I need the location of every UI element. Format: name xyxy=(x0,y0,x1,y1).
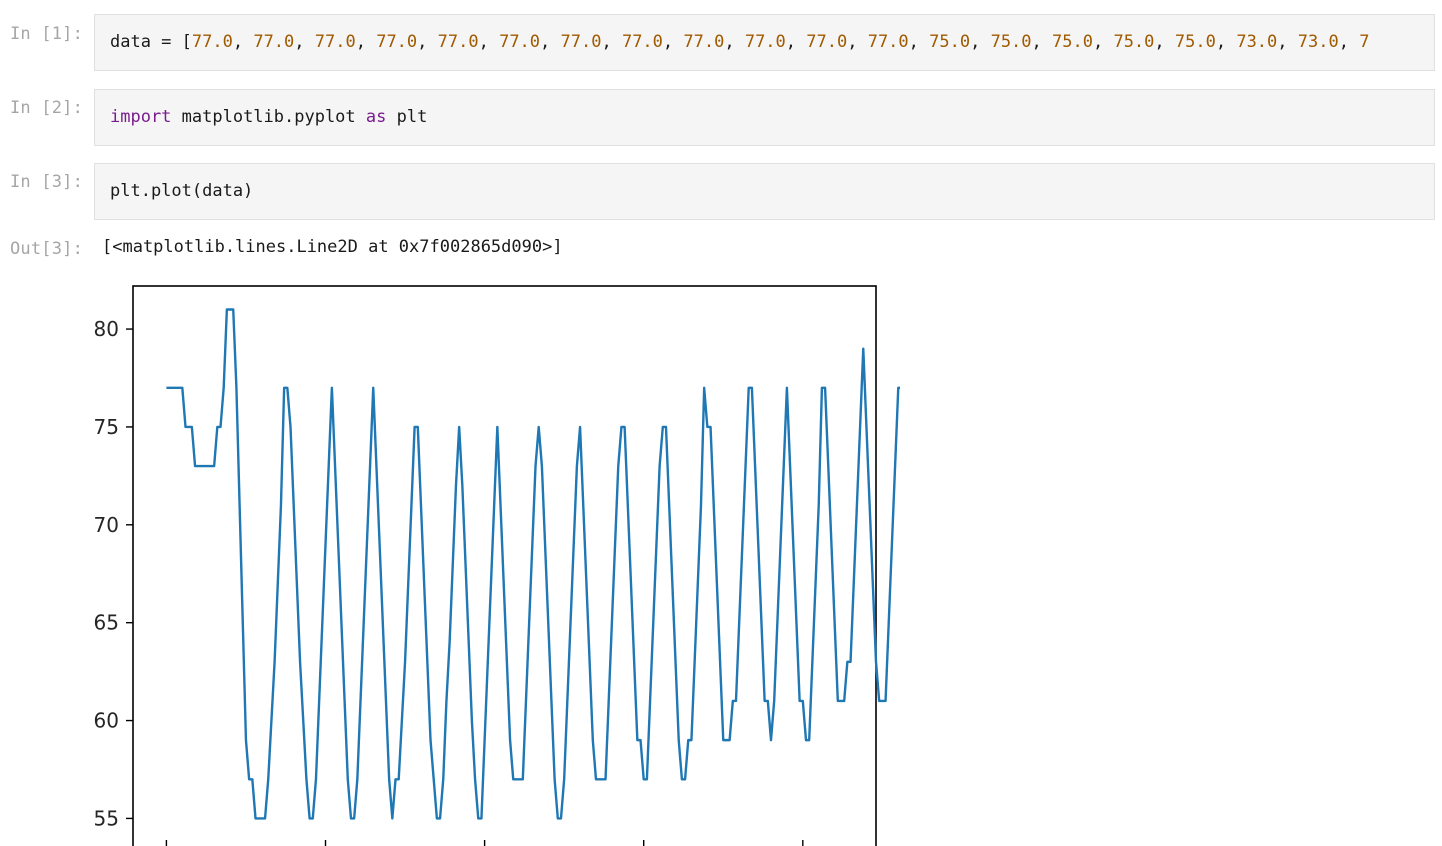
separator: , xyxy=(1092,32,1114,52)
y-tick-label: 55 xyxy=(94,806,119,830)
plot-frame xyxy=(132,285,877,846)
output-repr: [<matplotlib.lines.Line2D at 0x7f002865d… xyxy=(102,237,563,257)
cell-1-input[interactable]: data = [77.0, 77.0, 77.0, 77.0, 77.0, 77… xyxy=(94,14,1435,71)
data-value: 75.0 xyxy=(1052,32,1093,52)
separator: , xyxy=(478,32,500,52)
data-value: 77.0 xyxy=(560,32,602,52)
cell-1-code-prefix: data = [ xyxy=(110,32,192,52)
data-value: 73.0 xyxy=(1297,32,1339,52)
separator: , xyxy=(908,32,930,52)
line-plot: 55 60 65 70 75 80 xyxy=(94,285,900,846)
series-line-0 xyxy=(166,308,900,820)
data-value: 77.0 xyxy=(806,32,848,52)
data-value: 77.0 xyxy=(253,32,295,52)
as-keyword: as xyxy=(365,107,387,127)
y-axis-ticks: 55 60 65 70 75 80 xyxy=(94,317,133,830)
data-value: 77.0 xyxy=(376,32,418,52)
separator: , xyxy=(417,32,438,52)
separator: , xyxy=(970,32,991,52)
separator: , xyxy=(355,32,377,52)
cell-2-prompt: In [2]: xyxy=(10,98,84,118)
module-name: matplotlib.pyplot xyxy=(171,107,366,127)
separator: , xyxy=(724,32,745,52)
data-value: 77.0 xyxy=(499,32,541,52)
output-prompt: Out[3]: xyxy=(10,239,84,259)
y-tick-label: 70 xyxy=(94,513,119,537)
cell-1-code-values: 77.0, 77.0, 77.0, 77.0, 77.0, 77.0, 77.0… xyxy=(192,32,1370,52)
cell-3-prompt: In [3]: xyxy=(10,172,84,192)
axes-border xyxy=(132,285,877,846)
data-value: 77.0 xyxy=(621,32,663,52)
separator: , xyxy=(540,32,561,52)
data-value: 75.0 xyxy=(929,32,971,52)
data-value: 77.0 xyxy=(437,32,479,52)
separator: , xyxy=(1031,32,1053,52)
plot-series xyxy=(166,308,900,820)
y-tick-label: 80 xyxy=(94,317,119,341)
separator: , xyxy=(847,32,868,52)
separator: , xyxy=(1338,32,1360,52)
separator: , xyxy=(294,32,315,52)
cell-2-code: import matplotlib.pyplot as plt xyxy=(110,107,427,127)
data-value: 77.0 xyxy=(744,32,786,52)
import-keyword: import xyxy=(110,107,172,127)
y-tick-label: 75 xyxy=(94,415,119,439)
cell-3-input[interactable]: plt.plot(data) xyxy=(94,163,1435,220)
module-alias: plt xyxy=(386,107,428,127)
data-value: 77.0 xyxy=(191,32,233,52)
cell-1-code: data = [77.0, 77.0, 77.0, 77.0, 77.0, 77… xyxy=(110,32,1369,52)
cell-3-code: plt.plot(data) xyxy=(110,181,254,201)
data-value: 75.0 xyxy=(1174,32,1216,52)
data-value: 73.0 xyxy=(1236,32,1278,52)
separator: , xyxy=(1154,32,1175,52)
x-axis-ticks xyxy=(165,840,804,846)
data-value: 75.0 xyxy=(1113,32,1155,52)
y-tick-label: 65 xyxy=(94,611,119,635)
y-tick-label: 60 xyxy=(94,709,119,733)
separator: , xyxy=(1277,32,1298,52)
cell-2-input[interactable]: import matplotlib.pyplot as plt xyxy=(94,89,1435,146)
data-value: 77.0 xyxy=(683,32,725,52)
separator: , xyxy=(1215,32,1237,52)
separator: , xyxy=(601,32,622,52)
separator: , xyxy=(662,32,684,52)
data-value: 7 xyxy=(1359,32,1370,52)
cell-1-prompt: In [1]: xyxy=(10,24,84,44)
data-value: 77.0 xyxy=(314,32,356,52)
data-value: 77.0 xyxy=(867,32,909,52)
separator: , xyxy=(232,32,254,52)
data-value: 75.0 xyxy=(990,32,1032,52)
separator: , xyxy=(785,32,807,52)
